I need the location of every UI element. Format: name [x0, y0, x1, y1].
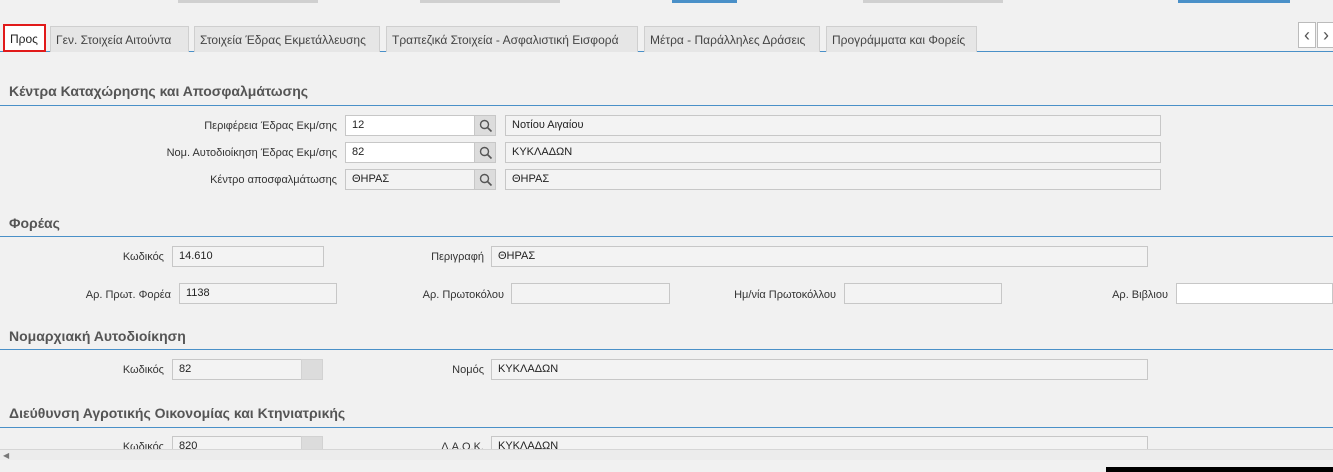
prefecture-name-field: ΚΥΚΛΑΔΩΝ [505, 142, 1161, 163]
toolbar-field-edge [420, 0, 560, 3]
tab-exploitation-seat[interactable]: Στοιχεία Έδρας Εκμετάλλευσης [194, 26, 380, 52]
toolbar-button-edge[interactable] [1178, 0, 1290, 3]
section-title-centers: Κέντρα Καταχώρησης και Αποσφαλμάτωσης [9, 83, 309, 99]
tab-programs-agencies[interactable]: Προγράμματα και Φορείς [826, 26, 977, 52]
region-code-input[interactable]: 12 [345, 115, 475, 136]
debug-center-code-input[interactable]: ΘΗΡΑΣ [345, 169, 475, 190]
protocol-number-field [511, 283, 670, 304]
toolbar-field-edge [178, 0, 318, 3]
search-icon [479, 146, 493, 160]
section-divider [0, 427, 1333, 428]
tab-bar: Προς Γεν. Στοιχεία Αιτούντα Στοιχεία Έδρ… [0, 22, 1333, 52]
section-divider [0, 236, 1333, 237]
prefecture-search-button[interactable] [474, 142, 496, 163]
agency-protocol-field: 1138 [179, 283, 337, 304]
bottom-bar-edge [1106, 467, 1333, 472]
debug-center-label: Κέντρο αποσφαλμάτωσης [210, 174, 337, 186]
search-icon [479, 119, 493, 133]
protocol-date-label: Ημ/νία Πρωτοκόλλου [734, 289, 836, 301]
agency-description-label: Περιγραφή [431, 251, 484, 263]
horizontal-scrollbar[interactable]: ◀ [0, 449, 1333, 460]
prefecture-label: Νομ. Αυτοδιοίκηση Έδρας Εκμ/σης [166, 147, 337, 159]
search-icon [479, 173, 493, 187]
toolbar-button-edge[interactable] [672, 0, 737, 3]
agency-description-field: ΘΗΡΑΣ [491, 246, 1148, 267]
tab-pros[interactable]: Προς [3, 24, 46, 52]
scroll-left-icon[interactable]: ◀ [3, 451, 9, 460]
prefectural-code-label: Κωδικός [122, 364, 164, 376]
toolbar-field-edge [863, 0, 1003, 3]
prefecture-code-input[interactable]: 82 [345, 142, 475, 163]
protocol-date-field [844, 283, 1002, 304]
prefecture-name-display: ΚΥΚΛΑΔΩΝ [491, 359, 1148, 380]
tab-banking-insurance[interactable]: Τραπεζικά Στοιχεία - Ασφαλιστική Εισφορά [386, 26, 638, 52]
section-divider [0, 349, 1333, 350]
prefecture-name-label: Νομός [452, 364, 484, 376]
tab-scroll-next-icon[interactable]: › [1317, 22, 1333, 48]
section-title-agency: Φορέας [9, 215, 60, 231]
tab-scroll-prev-icon[interactable]: ‹ [1298, 22, 1316, 48]
tab-measures-actions[interactable]: Μέτρα - Παράλληλες Δράσεις [644, 26, 820, 52]
top-toolbar-strip [0, 0, 1333, 4]
region-label: Περιφέρεια Έδρας Εκμ/σης [204, 120, 337, 132]
tab-general-applicant[interactable]: Γεν. Στοιχεία Αιτούντα [50, 26, 189, 52]
book-number-input[interactable] [1176, 283, 1333, 304]
region-name-field: Νοτίου Αιγαίου [505, 115, 1161, 136]
agency-code-field: 14.610 [172, 246, 324, 267]
section-divider [0, 105, 1333, 106]
prefectural-code-field: 82 [172, 359, 302, 380]
section-title-prefectural: Νομαρχιακή Αυτοδιοίκηση [9, 328, 186, 344]
region-search-button[interactable] [474, 115, 496, 136]
section-title-daok: Διεύθυνση Αγροτικής Οικονομίας και Κτηνι… [9, 405, 346, 421]
protocol-number-label: Αρ. Πρωτοκόλου [422, 289, 504, 301]
agency-protocol-label: Αρ. Πρωτ. Φορέα [85, 289, 171, 301]
debug-center-name-field: ΘΗΡΑΣ [505, 169, 1161, 190]
book-number-label: Αρ. Βιβλιου [1112, 289, 1168, 301]
prefectural-lookup-button[interactable] [301, 359, 323, 380]
agency-code-label: Κωδικός [122, 251, 164, 263]
debug-center-search-button[interactable] [474, 169, 496, 190]
